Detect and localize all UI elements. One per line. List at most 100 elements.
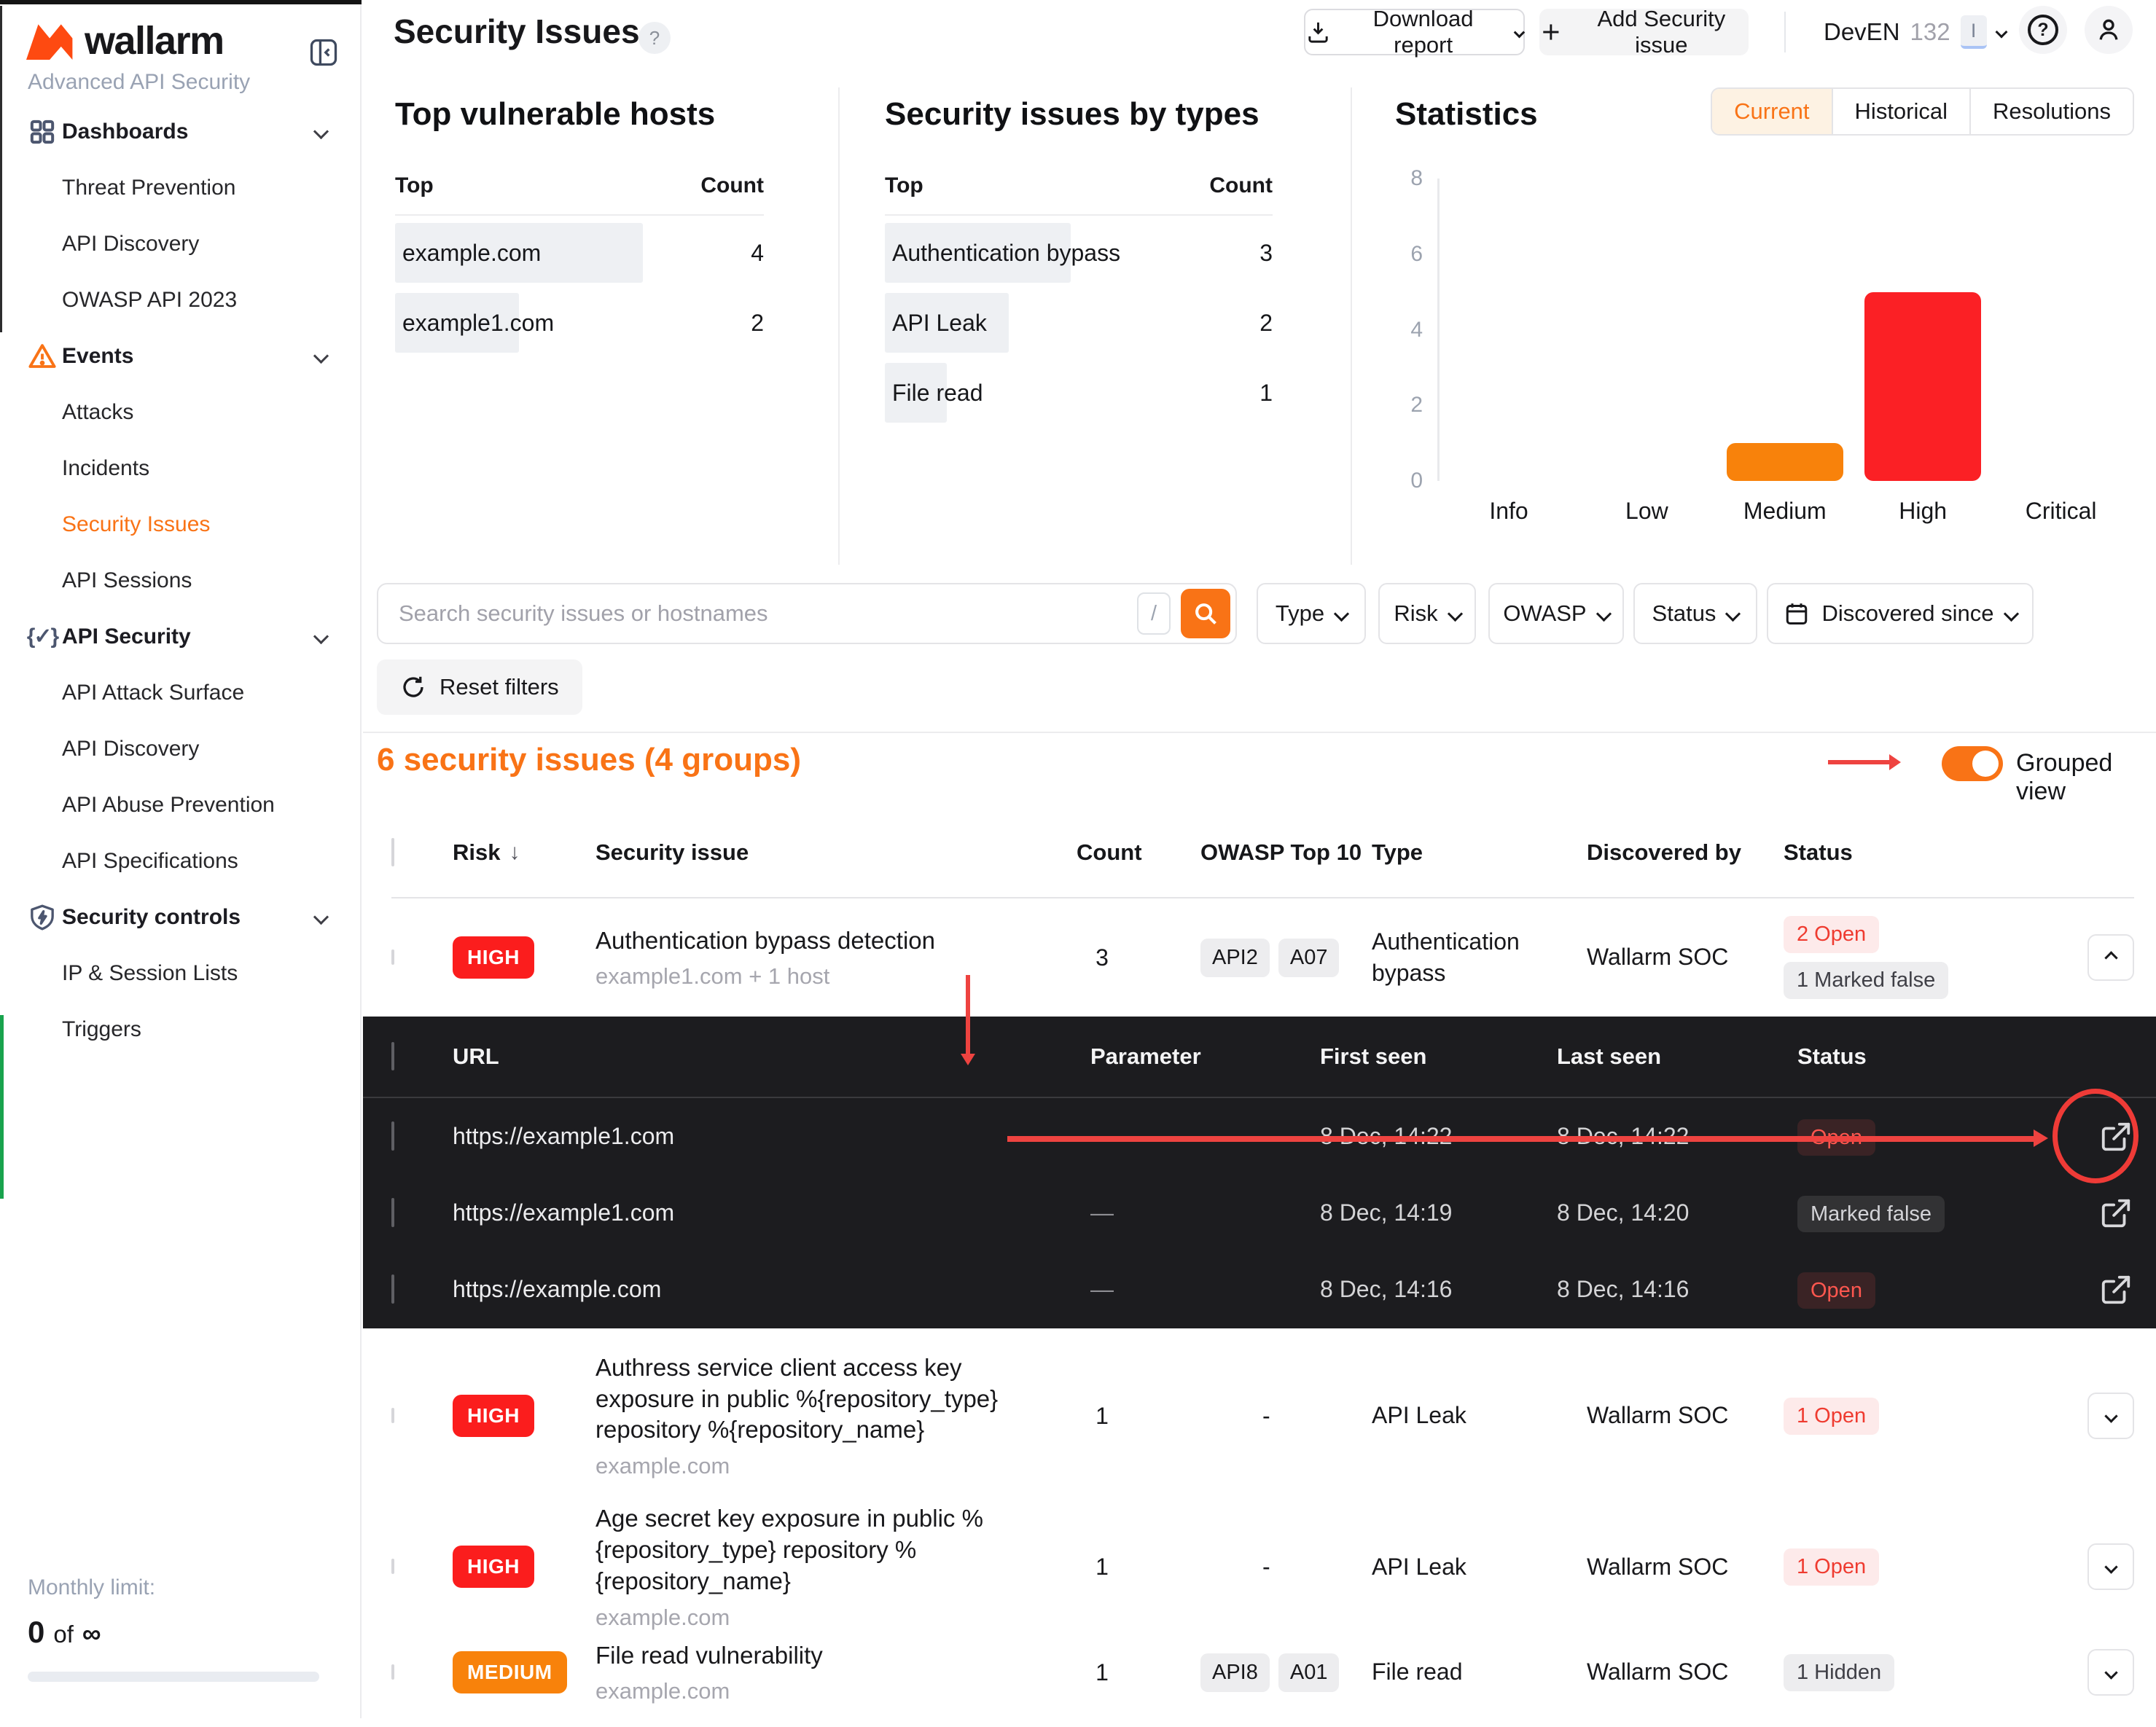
reset-filters-button[interactable]: Reset filters xyxy=(377,659,582,715)
tab-historical[interactable]: Historical xyxy=(1832,89,1969,134)
status-badge: Open xyxy=(1797,1119,1875,1156)
add-security-issue-button[interactable]: Add Security issue xyxy=(1539,9,1749,55)
select-all-checkbox[interactable] xyxy=(391,838,394,866)
expand-row-button[interactable] xyxy=(2087,1543,2134,1590)
sidebar-item-api-discovery[interactable]: API Discovery xyxy=(0,216,360,272)
expanded-group-subtable: URL Parameter First seen Last seen Statu… xyxy=(363,1017,2156,1328)
status-badge: 1 Open xyxy=(1784,1548,1879,1586)
column-risk[interactable]: Risk xyxy=(453,839,500,866)
column-first-seen: First seen xyxy=(1320,1043,1557,1070)
row-checkbox[interactable] xyxy=(391,949,394,965)
sidebar-item-api-specifications[interactable]: API Specifications xyxy=(0,833,360,889)
discovered-by-cell: Wallarm SOC xyxy=(1587,1656,1784,1688)
open-details-button[interactable] xyxy=(2099,1272,2134,1307)
download-report-button[interactable]: Download report xyxy=(1304,9,1525,55)
sidebar-item-events[interactable]: Events xyxy=(0,328,360,384)
subtable-row[interactable]: https://example1.com—8 Dec, 14:198 Dec, … xyxy=(363,1175,2156,1251)
filter-status[interactable]: Status xyxy=(1633,583,1757,644)
issue-title: Authentication bypass detection xyxy=(595,925,1047,957)
sidebar-item-label: Incidents xyxy=(62,456,149,481)
sidebar-collapse-icon[interactable] xyxy=(308,36,340,68)
logo-text: wallarm xyxy=(85,18,224,63)
sidebar-item-ip-session-lists[interactable]: IP & Session Lists xyxy=(0,945,360,1001)
first-seen-cell: 8 Dec, 14:19 xyxy=(1320,1199,1557,1226)
monthly-separator: of xyxy=(53,1621,74,1648)
last-seen-cell: 8 Dec, 14:22 xyxy=(1557,1123,1797,1150)
expand-row-button[interactable] xyxy=(2087,1393,2134,1439)
collapse-row-button[interactable] xyxy=(2087,934,2134,981)
sidebar-item-triggers[interactable]: Triggers xyxy=(0,1001,360,1057)
sidebar-item-attacks[interactable]: Attacks xyxy=(0,384,360,440)
sidebar-item-owasp-api-2023[interactable]: OWASP API 2023 xyxy=(0,272,360,328)
tab-current[interactable]: Current xyxy=(1712,89,1831,134)
expand-row-button[interactable] xyxy=(2087,1649,2134,1696)
sidebar-item-api-attack-surface[interactable]: API Attack Surface xyxy=(0,665,360,721)
sidebar-item-security-controls[interactable]: Security controls xyxy=(0,889,360,945)
search-input[interactable] xyxy=(378,600,1137,627)
subtable-row[interactable]: https://example.com—8 Dec, 14:168 Dec, 1… xyxy=(363,1251,2156,1328)
title-help-icon[interactable]: ? xyxy=(638,22,671,54)
column-header-top: Top xyxy=(395,173,434,198)
table-row[interactable]: HIGHAuthress service client access key e… xyxy=(391,1328,2134,1503)
monthly-limit-label: Monthly limit: xyxy=(28,1575,319,1600)
row-checkbox[interactable] xyxy=(391,1198,394,1227)
column-count: Count xyxy=(1077,839,1128,866)
discovered-by-cell: Wallarm SOC xyxy=(1587,1400,1784,1431)
status-badge: Open xyxy=(1797,1272,1875,1309)
sidebar-item-api-abuse-prevention[interactable]: API Abuse Prevention xyxy=(0,777,360,833)
expand-cell xyxy=(2024,1543,2134,1590)
subtable-select-all-checkbox[interactable] xyxy=(391,1042,394,1070)
parameter-cell: — xyxy=(1090,1276,1320,1303)
environment-count: 132 xyxy=(1910,18,1950,46)
row-checkbox[interactable] xyxy=(391,1408,394,1423)
sidebar-item-threat-prevention[interactable]: Threat Prevention xyxy=(0,160,360,216)
table-row[interactable]: HIGHAge secret key exposure in public %{… xyxy=(391,1503,2134,1618)
chevron-down-icon xyxy=(313,124,329,139)
x-tick-label: Info xyxy=(1440,498,1578,525)
item-count: 2 xyxy=(751,310,764,337)
x-tick-label: Critical xyxy=(1992,498,2130,525)
risk-badge: MEDIUM xyxy=(453,1651,567,1693)
sidebar-item-security-issues[interactable]: Security Issues xyxy=(0,496,360,552)
help-button[interactable]: ? xyxy=(2019,6,2067,54)
filter-owasp[interactable]: OWASP xyxy=(1488,583,1624,644)
sidebar-item-api-discovery[interactable]: API Discovery xyxy=(0,721,360,777)
type-cell: API Leak xyxy=(1372,1551,1587,1583)
table-row[interactable]: HIGHAuthentication bypass detectionexamp… xyxy=(391,898,2134,1017)
sidebar-item-dashboards[interactable]: Dashboards xyxy=(0,103,360,160)
row-checkbox[interactable] xyxy=(391,1274,394,1304)
environment-switcher[interactable]: DevEN 132 I xyxy=(1824,9,2006,55)
sidebar-item-label: API Specifications xyxy=(62,849,238,874)
sidebar-item-api-sessions[interactable]: API Sessions xyxy=(0,552,360,608)
status-badge: 1 Hidden xyxy=(1784,1654,1894,1691)
filter-type[interactable]: Type xyxy=(1257,583,1366,644)
wallarm-logo-icon xyxy=(26,20,74,62)
row-checkbox[interactable] xyxy=(391,1664,394,1680)
last-seen-cell: 8 Dec, 14:16 xyxy=(1557,1276,1797,1303)
sidebar-item-incidents[interactable]: Incidents xyxy=(0,440,360,496)
sidebar-item-api-security[interactable]: {✓}API Security xyxy=(0,608,360,665)
user-menu-button[interactable] xyxy=(2085,6,2133,54)
row-checkbox[interactable] xyxy=(391,1559,394,1574)
row-checkbox[interactable] xyxy=(391,1121,394,1151)
tab-resolutions[interactable]: Resolutions xyxy=(1969,89,2133,134)
search-button[interactable] xyxy=(1181,589,1230,638)
open-details-button[interactable] xyxy=(2099,1119,2134,1154)
grouped-view-toggle[interactable] xyxy=(1942,746,2003,781)
filter-risk[interactable]: Risk xyxy=(1378,583,1476,644)
filter-discovered-since[interactable]: Discovered since xyxy=(1767,583,2034,644)
subtable-row[interactable]: https://example1.com—8 Dec, 14:228 Dec, … xyxy=(363,1098,2156,1175)
divider xyxy=(885,214,1273,216)
issue-cell: Age secret key exposure in public %{repo… xyxy=(595,1503,1077,1631)
table-row[interactable]: MEDIUMFile read vulnerabilityexample.com… xyxy=(391,1618,2134,1727)
url-cell: https://example.com xyxy=(453,1276,1090,1303)
open-details-button[interactable] xyxy=(2099,1196,2134,1231)
sidebar-item-label: IP & Session Lists xyxy=(62,961,238,986)
plus-icon xyxy=(1539,20,1563,44)
list-item: Authentication bypass3 xyxy=(885,220,1273,286)
sort-desc-icon[interactable]: ↓ xyxy=(509,840,520,865)
issue-hosts: example.com xyxy=(595,1678,1077,1704)
keyboard-shortcut-badge: / xyxy=(1137,592,1171,635)
list-item: example1.com2 xyxy=(395,290,764,356)
risk-badge: HIGH xyxy=(453,1546,534,1588)
